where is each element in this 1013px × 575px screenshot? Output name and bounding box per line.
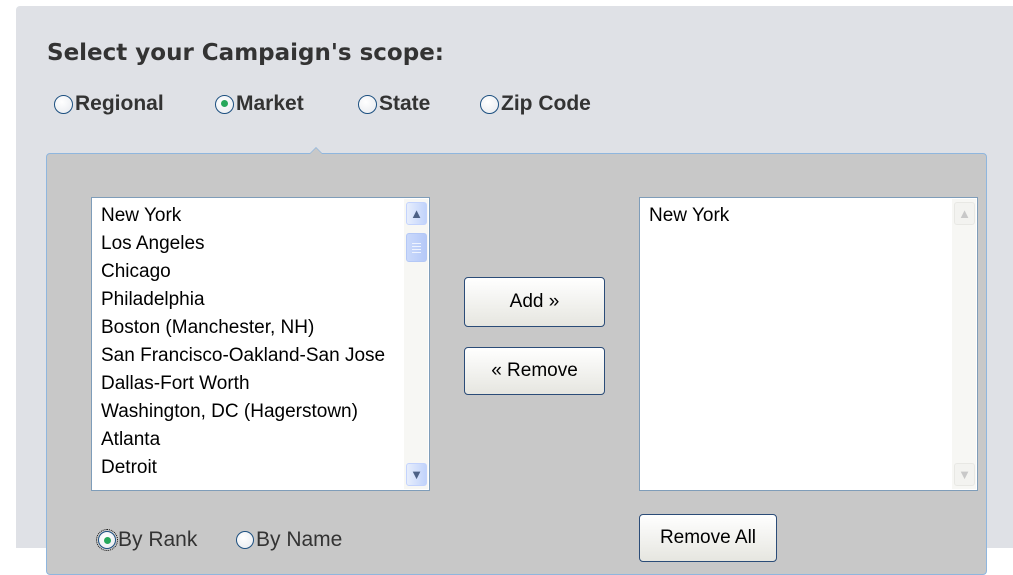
selected-markets-items: New York	[649, 202, 951, 230]
add-button[interactable]: Add »	[464, 277, 605, 327]
regional-radio[interactable]	[54, 94, 73, 114]
by-rank-radio[interactable]	[96, 529, 118, 551]
sort-option-label: By Rank	[118, 528, 198, 551]
scope-option-label: Market	[236, 92, 304, 115]
scroll-down-button[interactable]: ▼	[406, 463, 427, 486]
list-item[interactable]: New York	[101, 202, 403, 230]
scope-option-state[interactable]: State	[358, 89, 430, 119]
scope-option-zip-code[interactable]: Zip Code	[480, 89, 591, 119]
scroll-thumb[interactable]	[406, 233, 427, 262]
market-selection-panel: New York Los Angeles Chicago Philadelphi…	[46, 147, 987, 575]
by-name-radio[interactable]	[236, 531, 254, 549]
chevron-up-icon: ▲	[958, 206, 971, 221]
list-item[interactable]: New York	[649, 202, 951, 230]
state-radio[interactable]	[358, 94, 377, 114]
selected-list-scrollbar[interactable]: ▲ ▼	[952, 199, 976, 489]
list-item[interactable]: Atlanta	[101, 426, 403, 454]
sort-by-rank-option[interactable]: By Rank	[96, 524, 198, 556]
scroll-down-button[interactable]: ▼	[954, 463, 975, 486]
scope-option-label: State	[379, 92, 431, 115]
scope-option-label: Regional	[75, 92, 164, 115]
list-item[interactable]: Dallas-Fort Worth	[101, 370, 403, 398]
remove-all-button[interactable]: Remove All	[639, 514, 777, 562]
available-list-scrollbar[interactable]: ▲ ▼	[404, 199, 428, 489]
scope-option-regional[interactable]: Regional	[54, 89, 164, 119]
available-markets-list[interactable]: New York Los Angeles Chicago Philadelphi…	[91, 197, 430, 491]
list-item[interactable]: Chicago	[101, 258, 403, 286]
remove-button[interactable]: « Remove	[464, 347, 605, 395]
list-item[interactable]: Boston (Manchester, NH)	[101, 314, 403, 342]
scroll-up-button[interactable]: ▲	[954, 202, 975, 225]
scope-option-market[interactable]: Market	[215, 89, 304, 119]
chevron-down-icon: ▼	[410, 467, 423, 482]
chevron-up-icon: ▲	[410, 206, 423, 221]
page-title: Select your Campaign's scope:	[47, 40, 444, 66]
chevron-down-icon: ▼	[958, 467, 971, 482]
market-radio[interactable]	[215, 94, 234, 114]
sort-by-name-option[interactable]: By Name	[236, 524, 342, 556]
scroll-up-button[interactable]: ▲	[406, 202, 427, 225]
list-item[interactable]: Washington, DC (Hagerstown)	[101, 398, 403, 426]
list-item[interactable]: San Francisco-Oakland-San Jose	[101, 342, 403, 370]
selected-markets-list[interactable]: New York ▲ ▼	[639, 197, 978, 491]
list-item[interactable]: Los Angeles	[101, 230, 403, 258]
list-item[interactable]: Detroit	[101, 454, 403, 482]
list-item[interactable]: Philadelphia	[101, 286, 403, 314]
panel-pointer-fill	[310, 148, 322, 154]
zip-code-radio[interactable]	[480, 94, 499, 114]
sort-option-label: By Name	[256, 528, 343, 551]
campaign-scope-page: Select your Campaign's scope: Regional M…	[16, 6, 1013, 575]
available-markets-items: New York Los Angeles Chicago Philadelphi…	[101, 202, 403, 482]
scope-option-label: Zip Code	[501, 92, 591, 115]
